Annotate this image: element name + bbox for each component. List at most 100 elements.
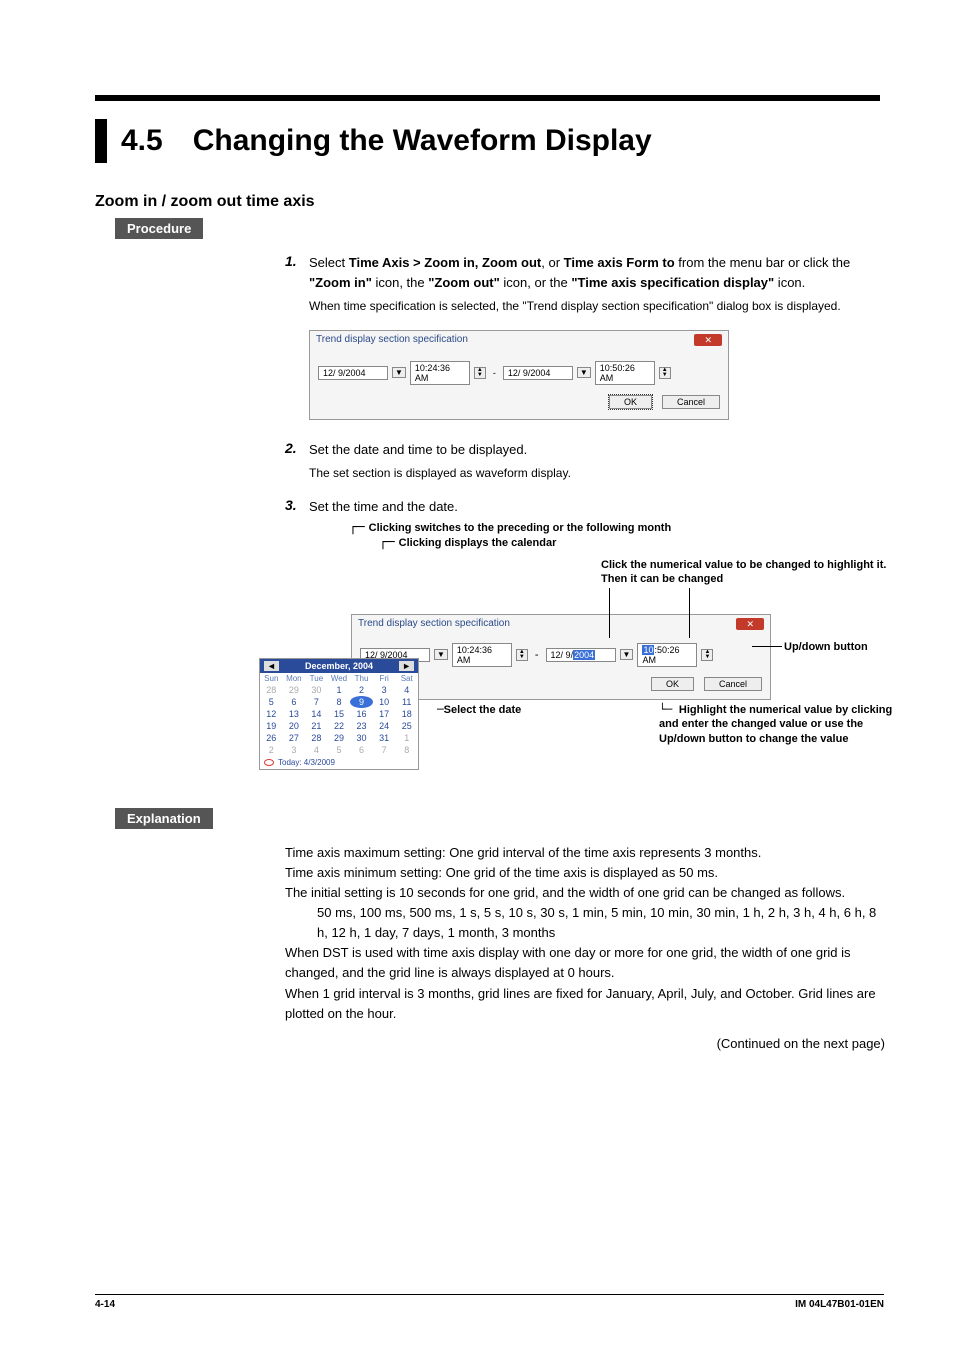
explanation-text: When 1 grid interval is 3 months, grid l…: [285, 984, 885, 1024]
end-date-field[interactable]: 12/ 9/2004: [503, 366, 573, 380]
dialog-title-text: Trend display section specification: [358, 618, 510, 629]
step-2: 2. Set the date and time to be displayed…: [285, 440, 885, 460]
calendar-day[interactable]: 25: [395, 720, 418, 732]
section-number: 4.5: [121, 124, 163, 158]
calendar-day[interactable]: 18: [395, 708, 418, 720]
calendar-day[interactable]: 7: [305, 696, 328, 708]
page-number: 4-14: [95, 1299, 115, 1310]
dropdown-icon[interactable]: ▼: [620, 649, 634, 660]
start-time-field[interactable]: 10:24:36 AM: [452, 643, 512, 667]
step-number: 3.: [285, 497, 309, 517]
today-label: Today: 4/3/2009: [278, 758, 335, 767]
calendar-day[interactable]: 1: [328, 684, 351, 696]
top-rule: [95, 95, 880, 101]
step-1-note: When time specification is selected, the…: [309, 297, 885, 316]
spinner-icon[interactable]: ▲▼: [701, 649, 713, 661]
calendar-day[interactable]: 11: [395, 696, 418, 708]
prev-month-icon[interactable]: ◄: [264, 661, 279, 671]
explanation-label: Explanation: [115, 808, 213, 829]
step-text: Select Time Axis > Zoom in, Zoom out, or…: [309, 253, 885, 293]
calendar-day[interactable]: 2: [350, 684, 373, 696]
step-2-note: The set section is displayed as waveform…: [309, 464, 885, 483]
calendar-day[interactable]: 30: [350, 732, 373, 744]
document-id: IM 04L47B01-01EN: [795, 1299, 884, 1310]
spinner-icon[interactable]: ▲▼: [474, 367, 486, 379]
calendar-day[interactable]: 17: [373, 708, 396, 720]
next-month-icon[interactable]: ►: [399, 661, 414, 671]
leader-icon: ─: [437, 703, 444, 716]
calendar-day[interactable]: 30: [305, 684, 328, 696]
calendar-popup: ◄ December, 2004 ► SunMonTueWedThuFriSat…: [259, 658, 419, 770]
calendar-day[interactable]: 29: [328, 732, 351, 744]
trend-dialog: Trend display section specification ✕ 12…: [309, 330, 729, 420]
calendar-day[interactable]: 31: [373, 732, 396, 744]
calendar-day[interactable]: 5: [328, 744, 351, 756]
calendar-day[interactable]: 29: [283, 684, 306, 696]
cancel-button[interactable]: Cancel: [704, 677, 762, 691]
calendar-day[interactable]: 14: [305, 708, 328, 720]
calendar-day[interactable]: 2: [260, 744, 283, 756]
calendar-day[interactable]: 16: [350, 708, 373, 720]
step-text: Set the time and the date.: [309, 497, 458, 517]
calendar-today-row[interactable]: Today: 4/3/2009: [260, 756, 418, 769]
calendar-day[interactable]: 3: [373, 684, 396, 696]
calendar-day[interactable]: 5: [260, 696, 283, 708]
close-icon[interactable]: ✕: [694, 334, 722, 346]
today-marker-icon: [264, 759, 274, 766]
ok-button[interactable]: OK: [651, 677, 694, 691]
calendar-day[interactable]: 6: [350, 744, 373, 756]
start-date-field[interactable]: 12/ 9/2004: [318, 366, 388, 380]
callout-updown: Up/down button: [784, 640, 868, 655]
step-text: Set the date and time to be displayed.: [309, 440, 527, 460]
calendar-day[interactable]: 8: [395, 744, 418, 756]
dialog-titlebar: Trend display section specification ✕: [352, 615, 770, 633]
end-date-field[interactable]: 12/ 9/2004: [546, 648, 616, 662]
calendar-day[interactable]: 3: [283, 744, 306, 756]
step-number: 2.: [285, 440, 309, 460]
calendar-day[interactable]: 1: [395, 732, 418, 744]
section-bar-icon: [95, 119, 107, 163]
end-time-field[interactable]: 10:50:26 AM: [595, 361, 655, 385]
explanation-values: 50 ms, 100 ms, 500 ms, 1 s, 5 s, 10 s, 3…: [317, 903, 885, 943]
cancel-button[interactable]: Cancel: [662, 395, 720, 409]
leader-line: [609, 588, 610, 638]
calendar-day[interactable]: 4: [395, 684, 418, 696]
dropdown-icon[interactable]: ▼: [434, 649, 448, 660]
close-icon[interactable]: ✕: [736, 618, 764, 630]
calendar-day[interactable]: 23: [350, 720, 373, 732]
page-footer: 4-14 IM 04L47B01-01EN: [95, 1294, 884, 1310]
subheading-zoom: Zoom in / zoom out time axis: [95, 193, 884, 211]
calendar-day[interactable]: 22: [328, 720, 351, 732]
dropdown-icon[interactable]: ▼: [392, 367, 406, 378]
continued-note: (Continued on the next page): [285, 1034, 885, 1054]
calendar-day[interactable]: 12: [260, 708, 283, 720]
annotated-diagram: Click the numerical value to be changed …: [309, 558, 909, 788]
calendar-day[interactable]: 21: [305, 720, 328, 732]
calendar-day-selected[interactable]: 9: [350, 696, 373, 708]
calendar-grid: SunMonTueWedThuFriSat 2829301234 5678910…: [260, 673, 418, 756]
calendar-day[interactable]: 8: [328, 696, 351, 708]
calendar-day[interactable]: 4: [305, 744, 328, 756]
calendar-day[interactable]: 27: [283, 732, 306, 744]
step-3: 3. Set the time and the date.: [285, 497, 885, 517]
spinner-icon[interactable]: ▲▼: [659, 367, 671, 379]
calendar-day[interactable]: 26: [260, 732, 283, 744]
end-time-field[interactable]: 10:50:26 AM: [637, 643, 697, 667]
bracket-icon: ┌─: [379, 536, 395, 549]
start-time-field[interactable]: 10:24:36 AM: [410, 361, 470, 385]
callout-calendar-open: Clicking displays the calendar: [399, 536, 557, 551]
calendar-day[interactable]: 7: [373, 744, 396, 756]
calendar-day[interactable]: 10: [373, 696, 396, 708]
dropdown-icon[interactable]: ▼: [577, 367, 591, 378]
ok-button[interactable]: OK: [609, 395, 652, 409]
dialog-titlebar: Trend display section specification ✕: [310, 331, 728, 349]
calendar-day[interactable]: 28: [305, 732, 328, 744]
calendar-day[interactable]: 20: [283, 720, 306, 732]
calendar-day[interactable]: 28: [260, 684, 283, 696]
calendar-day[interactable]: 24: [373, 720, 396, 732]
calendar-day[interactable]: 13: [283, 708, 306, 720]
calendar-day[interactable]: 6: [283, 696, 306, 708]
calendar-day[interactable]: 15: [328, 708, 351, 720]
calendar-day[interactable]: 19: [260, 720, 283, 732]
spinner-icon[interactable]: ▲▼: [516, 649, 528, 661]
